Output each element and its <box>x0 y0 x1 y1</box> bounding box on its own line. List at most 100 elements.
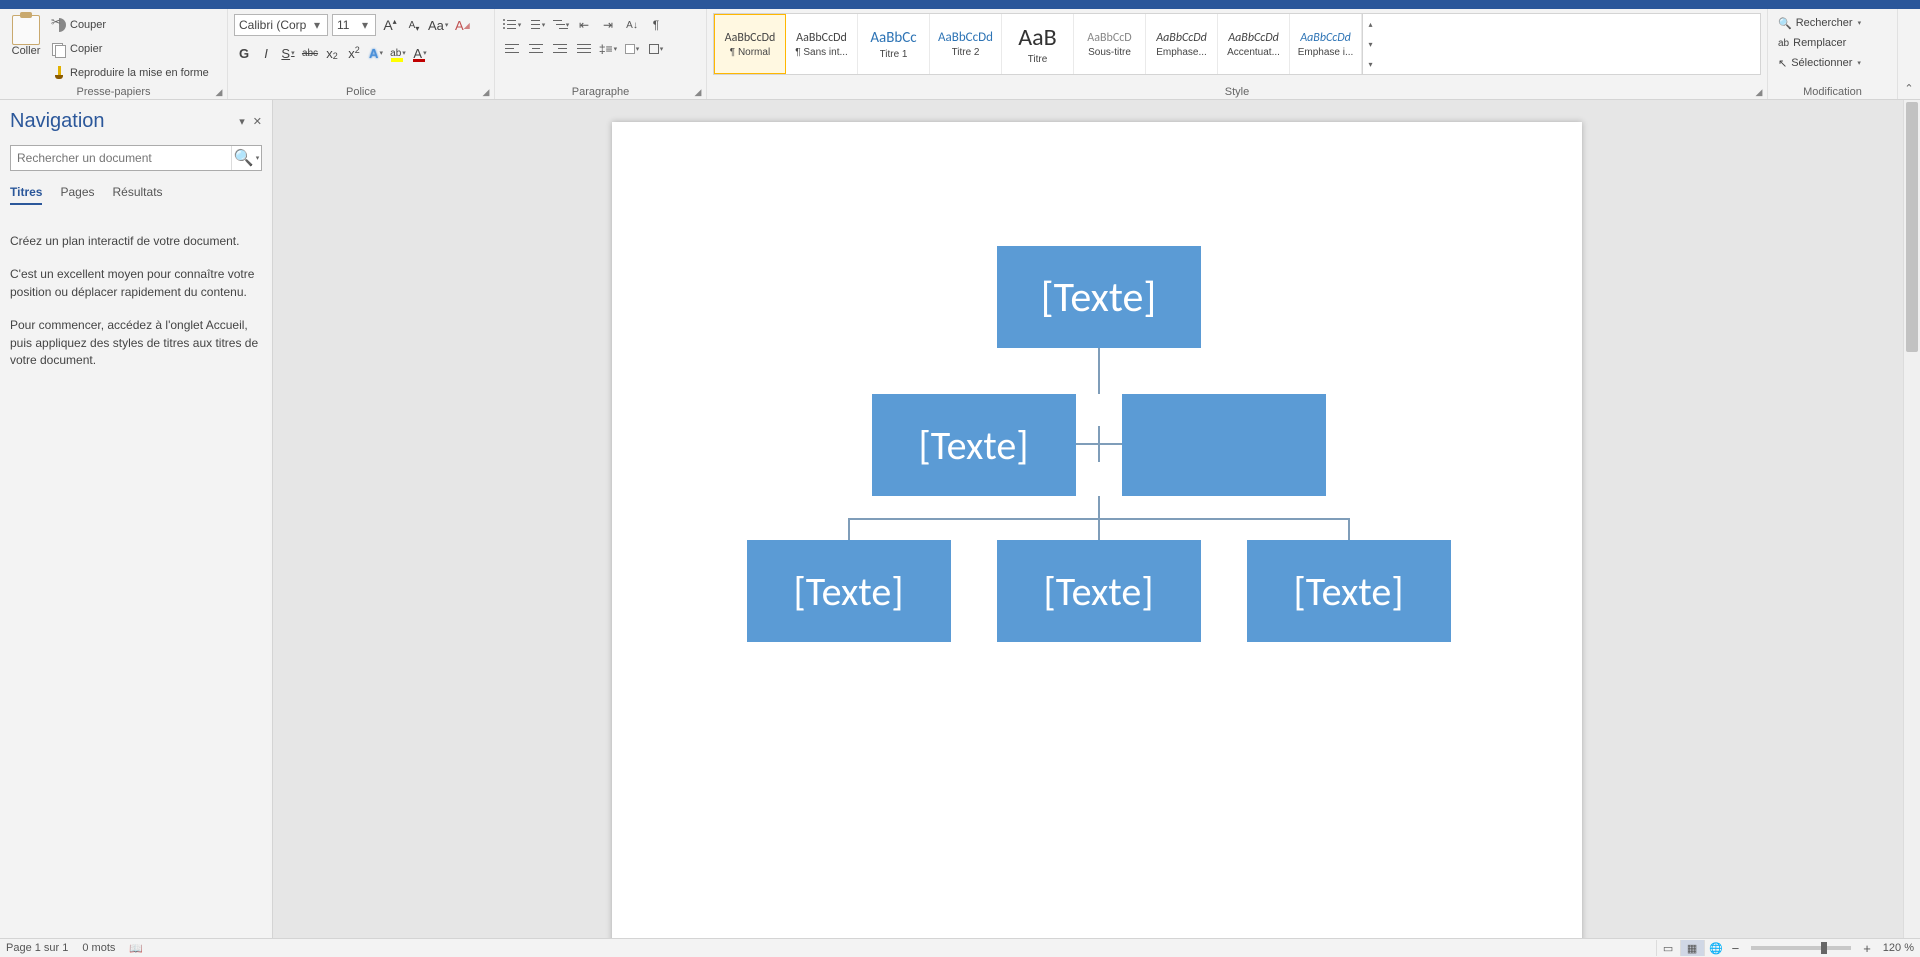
status-proofing-icon[interactable]: 📖 <box>129 942 143 955</box>
superscript-button[interactable]: x2 <box>344 43 364 63</box>
chevron-down-icon[interactable]: ▾ <box>311 18 323 32</box>
chevron-down-icon[interactable]: ▾ <box>1858 19 1862 27</box>
navigation-search-button[interactable]: 🔍▾ <box>231 146 261 170</box>
smartart-node-mid-right[interactable] <box>1122 394 1326 496</box>
paste-icon <box>12 15 40 45</box>
clear-formatting-button[interactable]: A◢ <box>452 15 472 35</box>
scrollbar-thumb[interactable] <box>1906 102 1918 352</box>
shrink-font-button[interactable]: A▾ <box>404 15 424 35</box>
font-name-combo[interactable]: Calibri (Corp ▾ <box>234 14 328 36</box>
style-item[interactable]: AaBbCcDd¶ Normal <box>714 14 786 74</box>
sort-button[interactable]: A↓ <box>621 15 643 35</box>
multilevel-button[interactable]: ▾ <box>549 15 571 35</box>
style-item[interactable]: AaBbCcDdEmphase i... <box>1290 14 1362 74</box>
group-label-editing: Modification <box>1768 86 1897 98</box>
justify-button[interactable] <box>573 39 595 59</box>
font-color-button[interactable]: A▾ <box>410 43 430 63</box>
find-button[interactable]: 🔍 Rechercher ▾ <box>1774 13 1891 33</box>
copy-label: Copier <box>70 43 102 55</box>
font-dialog-launcher[interactable]: ◢ <box>481 87 491 97</box>
style-item[interactable]: AaBbCcDd¶ Sans int... <box>786 14 858 74</box>
nav-tab-pages[interactable]: Pages <box>60 185 94 205</box>
increase-indent-button[interactable]: ⇥ <box>597 15 619 35</box>
view-web-button[interactable]: 🌐 <box>1704 940 1728 956</box>
gallery-scroll-down[interactable]: ▾ <box>1363 34 1378 54</box>
format-painter-button[interactable]: Reproduire la mise en forme <box>52 63 209 83</box>
zoom-slider-thumb[interactable] <box>1821 942 1827 954</box>
style-item[interactable]: AaBTitre <box>1002 14 1074 74</box>
smartart-node-bottom-3[interactable]: [Texte] <box>1247 540 1451 642</box>
cut-button[interactable]: Couper <box>52 15 209 35</box>
clipboard-dialog-launcher[interactable]: ◢ <box>214 87 224 97</box>
bullets-button[interactable]: ▾ <box>501 15 523 35</box>
zoom-slider[interactable] <box>1751 946 1851 950</box>
style-item[interactable]: AaBbCcTitre 1 <box>858 14 930 74</box>
navigation-search-input[interactable] <box>11 146 231 170</box>
change-case-button[interactable]: Aa▾ <box>428 15 448 35</box>
show-marks-button[interactable]: ¶ <box>645 15 667 35</box>
collapse-ribbon-button[interactable]: ⌃ <box>1898 9 1920 99</box>
text-effects-button[interactable]: A▾ <box>366 43 386 63</box>
bold-button[interactable]: G <box>234 43 254 63</box>
align-left-button[interactable] <box>501 39 523 59</box>
font-size-combo[interactable]: 11 ▾ <box>332 14 376 36</box>
smartart-node-mid-left[interactable]: [Texte] <box>872 394 1076 496</box>
document-page[interactable]: [Texte] [Texte] [Texte] [Texte] [Texte] <box>612 122 1582 938</box>
smartart-node-bottom-1[interactable]: [Texte] <box>747 540 951 642</box>
replace-button[interactable]: ab Remplacer <box>1774 33 1891 53</box>
paste-button[interactable]: Coller <box>6 13 46 83</box>
align-center-button[interactable] <box>525 39 547 59</box>
gallery-expand[interactable]: ▾ <box>1363 54 1378 74</box>
select-button[interactable]: ↖ Sélectionner ▾ <box>1774 53 1891 73</box>
smartart-diagram[interactable]: [Texte] [Texte] [Texte] [Texte] [Texte] <box>730 246 1460 656</box>
italic-button[interactable]: I <box>256 43 276 63</box>
vertical-scrollbar[interactable] <box>1903 100 1920 938</box>
nav-close-button[interactable]: ✕ <box>253 115 262 128</box>
styles-dialog-launcher[interactable]: ◢ <box>1754 87 1764 97</box>
line-spacing-button[interactable]: ‡≡▾ <box>597 39 619 59</box>
style-item[interactable]: AaBbCcDdEmphase... <box>1146 14 1218 74</box>
style-item[interactable]: AaBbCcDSous-titre <box>1074 14 1146 74</box>
replace-label: Remplacer <box>1793 37 1846 49</box>
style-item[interactable]: AaBbCcDdTitre 2 <box>930 14 1002 74</box>
grow-font-button[interactable]: A▴ <box>380 15 400 35</box>
style-item[interactable]: AaBbCcDdAccentuat... <box>1218 14 1290 74</box>
highlight-button[interactable]: ab▾ <box>388 43 408 63</box>
smartart-node-top[interactable]: [Texte] <box>997 246 1201 348</box>
decrease-indent-button[interactable]: ⇤ <box>573 15 595 35</box>
document-scroll-area[interactable]: [Texte] [Texte] [Texte] [Texte] [Texte] <box>273 100 1920 938</box>
subscript-button[interactable]: x2 <box>322 43 342 63</box>
nav-help-1: Créez un plan interactif de votre docume… <box>10 233 262 250</box>
cut-label: Couper <box>70 19 106 31</box>
numbering-button[interactable]: ▾ <box>525 15 547 35</box>
cursor-icon: ↖ <box>1778 57 1787 70</box>
chevron-down-icon[interactable]: ▾ <box>359 18 371 32</box>
status-words[interactable]: 0 mots <box>82 942 115 954</box>
status-page[interactable]: Page 1 sur 1 <box>6 942 68 954</box>
align-right-button[interactable] <box>549 39 571 59</box>
navigation-search: 🔍▾ <box>10 145 262 171</box>
smartart-node-bottom-2[interactable]: [Texte] <box>997 540 1201 642</box>
group-styles: AaBbCcDd¶ NormalAaBbCcDd¶ Sans int...AaB… <box>707 9 1768 99</box>
zoom-out-button[interactable]: − <box>1728 941 1744 956</box>
paragraph-dialog-launcher[interactable]: ◢ <box>693 87 703 97</box>
main-area: Navigation ▾ ✕ 🔍▾ Titres Pages Résultats… <box>0 100 1920 938</box>
zoom-level[interactable]: 120 % <box>1883 942 1914 954</box>
style-preview: AaBbCcDd <box>725 31 776 45</box>
view-print-button[interactable]: ▦ <box>1680 940 1704 956</box>
nav-tab-results[interactable]: Résultats <box>113 185 163 205</box>
gallery-scroll-up[interactable]: ▴ <box>1363 14 1378 34</box>
connector-line <box>848 518 850 540</box>
copy-button[interactable]: Copier <box>52 39 209 59</box>
strikethrough-button[interactable]: abc <box>300 43 320 63</box>
nav-options-button[interactable]: ▾ <box>239 115 245 128</box>
nav-help-2: C'est un excellent moyen pour connaître … <box>10 266 262 301</box>
borders-button[interactable]: ▾ <box>645 39 667 59</box>
view-read-button[interactable]: ▭ <box>1656 940 1680 956</box>
connector-line <box>1098 348 1100 394</box>
zoom-in-button[interactable]: + <box>1859 941 1875 956</box>
underline-button[interactable]: S▾ <box>278 43 298 63</box>
shading-button[interactable]: ▾ <box>621 39 643 59</box>
nav-tab-headings[interactable]: Titres <box>10 185 42 205</box>
chevron-down-icon[interactable]: ▾ <box>1857 59 1861 67</box>
